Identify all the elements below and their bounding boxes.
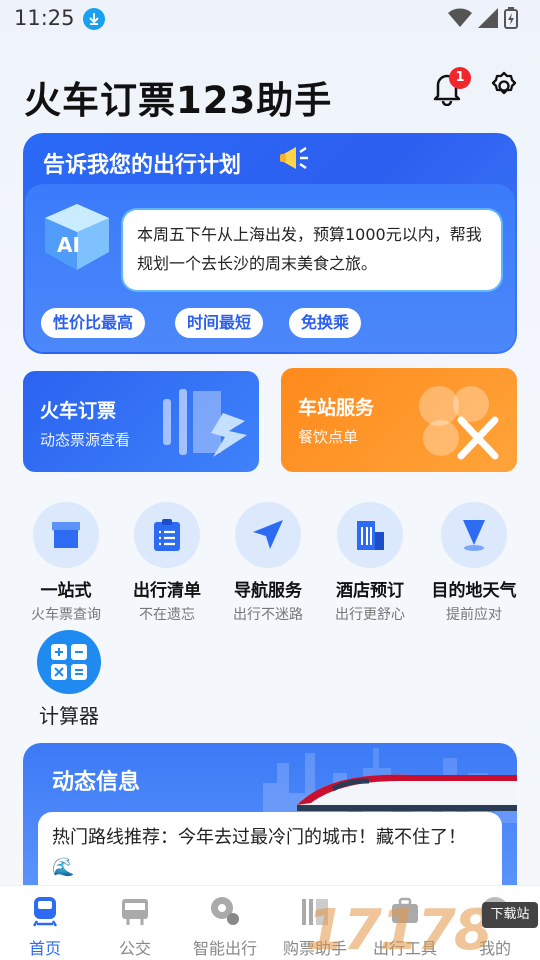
train-icon — [32, 897, 58, 927]
nav-label: 首页 — [28, 939, 61, 958]
grid-sub: 出行更舒心 — [335, 607, 405, 623]
nav-tab-smart-travel[interactable]: 智能出行 — [180, 886, 270, 960]
grid-label: 目的地天气 — [431, 581, 517, 601]
battery-icon — [504, 7, 518, 29]
nav-tab-home[interactable]: 首页 — [0, 886, 90, 960]
nav-label: 公交 — [118, 939, 151, 958]
news-section-title: 动态信息 — [52, 770, 141, 795]
notification-badge: 1 — [449, 67, 471, 89]
chip-best-value[interactable]: 性价比最高 — [41, 308, 146, 338]
location-pin-icon — [441, 502, 507, 568]
grid-item-one-stop[interactable]: 一站式 火车票查询 — [14, 502, 118, 624]
settings-button[interactable] — [488, 70, 520, 102]
chip-no-transfer[interactable]: 免换乘 — [289, 308, 362, 338]
watermark-text: 17178 — [306, 898, 493, 960]
train-ticket-title: 火车订票 — [40, 400, 117, 422]
grid-item-checklist[interactable]: 出行清单 不在遗忘 — [115, 502, 219, 624]
news-item[interactable]: 热门路线推荐：今年去过最冷门的城市！藏不住了！🌊 — [38, 812, 502, 893]
ticket-lightning-icon — [163, 389, 247, 457]
station-service-title: 车站服务 — [298, 397, 375, 419]
plan-input-area: AI 本周五下午从上海出发，预算1000元以内，帮我规划一个去长沙的周末美食之旅… — [25, 184, 515, 352]
fork-knife-icon — [419, 386, 499, 460]
map-pin-icon — [211, 897, 239, 925]
download-icon — [83, 8, 105, 30]
shop-icon — [33, 502, 99, 568]
ai-plan-card[interactable]: 告诉我您的出行计划 AI 本周五下午从上海出发，预算1000元以内，帮我规划一个… — [23, 133, 517, 354]
chip-shortest-time[interactable]: 时间最短 — [175, 308, 264, 338]
grid-label: 出行清单 — [133, 581, 201, 601]
train-ticket-subtitle: 动态票源查看 — [40, 431, 131, 449]
app-title: 火车订票123助手 — [24, 79, 333, 122]
wifi-icon — [448, 8, 472, 27]
ai-label: AI — [57, 233, 80, 257]
gear-icon — [491, 71, 517, 95]
nav-label: 智能出行 — [192, 939, 257, 958]
train-ticket-card[interactable]: 火车订票 动态票源查看 — [23, 371, 259, 472]
grid-sub: 出行不迷路 — [233, 607, 303, 623]
station-service-card[interactable]: 车站服务 餐饮点单 — [281, 368, 517, 472]
nav-tab-bus[interactable]: 公交 — [90, 886, 180, 960]
grid-item-navigation[interactable]: 导航服务 出行不迷路 — [216, 502, 320, 624]
grid-label: 酒店预订 — [336, 581, 404, 601]
grid-sub: 不在遗忘 — [139, 607, 195, 623]
grid-sub: 提前应对 — [446, 607, 502, 623]
station-service-subtitle: 餐饮点单 — [298, 428, 359, 446]
calculator-button[interactable]: 计算器 — [32, 630, 106, 729]
ai-cube-icon: AI — [37, 200, 117, 276]
status-icons — [448, 7, 518, 29]
grid-item-hotel[interactable]: 酒店预订 出行更舒心 — [318, 502, 422, 624]
status-bar: 11:25 — [0, 0, 540, 38]
megaphone-icon — [280, 146, 308, 170]
travel-plan-prompt[interactable]: 本周五下午从上海出发，预算1000元以内，帮我规划一个去长沙的周末美食之旅。 — [123, 210, 501, 290]
calculator-label: 计算器 — [39, 704, 99, 728]
navigation-icon — [235, 502, 301, 568]
grid-label: 一站式 — [40, 581, 92, 601]
status-time: 11:25 — [14, 6, 75, 30]
grid-label: 导航服务 — [234, 581, 302, 601]
calculator-icon — [37, 630, 101, 694]
plan-card-title: 告诉我您的出行计划 — [43, 153, 242, 178]
signal-icon — [478, 8, 498, 28]
watermark-badge: 下载站 — [482, 902, 538, 928]
hotel-icon — [337, 502, 403, 568]
grid-sub: 火车票查询 — [31, 607, 101, 623]
grid-item-weather[interactable]: 目的地天气 提前应对 — [422, 502, 526, 624]
checklist-icon — [134, 502, 200, 568]
bus-icon — [122, 899, 148, 925]
news-card[interactable]: 动态信息 热门路线推荐：今年去过最冷门的城市！藏不住了！🌊 — [23, 743, 517, 893]
